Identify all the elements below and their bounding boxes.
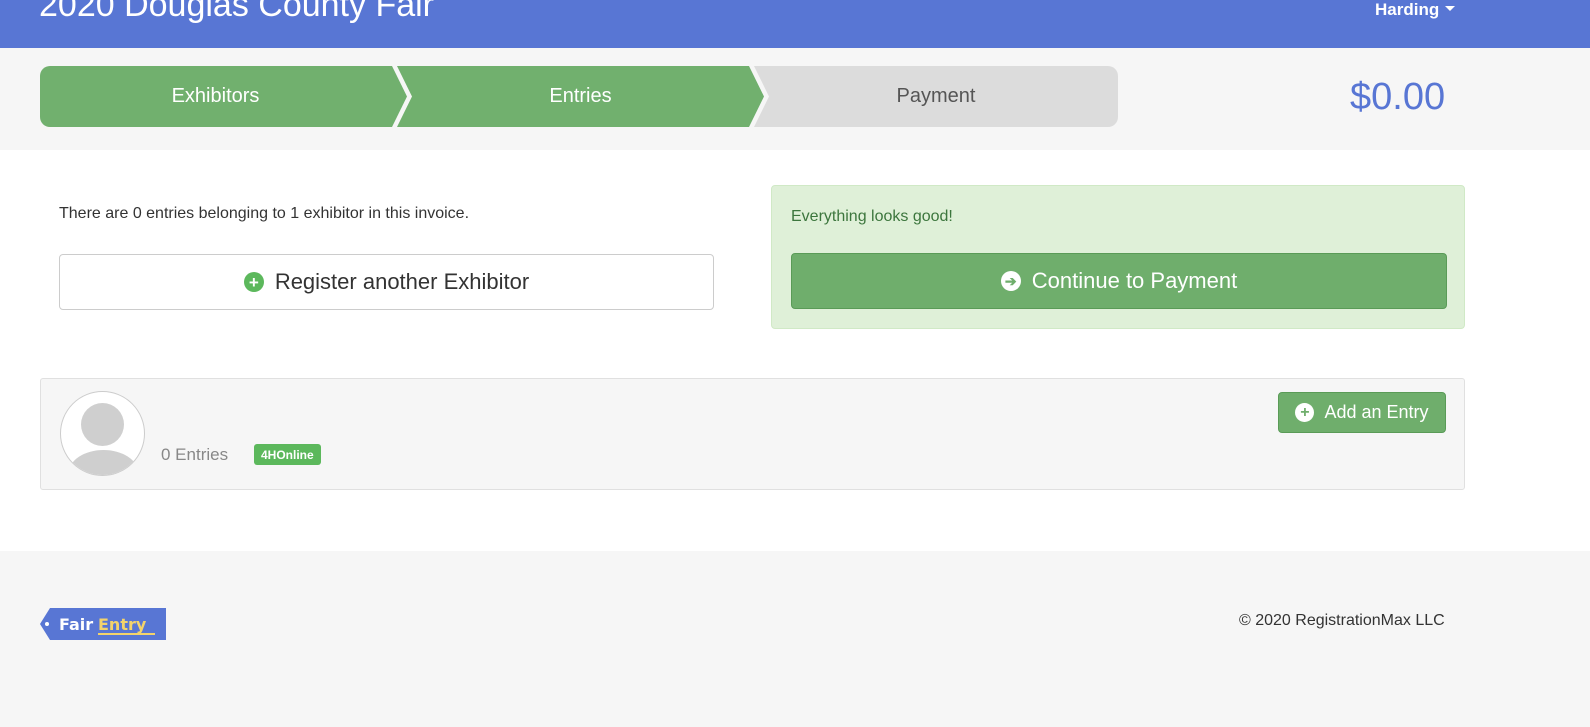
step-entries[interactable]: Entries — [397, 66, 764, 127]
add-entry-button[interactable]: + Add an Entry — [1278, 392, 1446, 433]
plus-circle-icon: + — [243, 272, 264, 292]
fairentry-logo[interactable]: Fair Entry — [40, 608, 166, 640]
arrow-circle-right-icon: ➔ — [1000, 271, 1021, 291]
page-title: 2020 Douglas County Fair — [39, 0, 435, 24]
add-entry-label: Add an Entry — [1324, 402, 1429, 422]
plus-circle-icon: + — [1295, 403, 1315, 422]
step-payment[interactable]: Payment — [754, 66, 1118, 127]
alert-message: Everything looks good! — [791, 208, 953, 225]
register-button-label: Register another Exhibitor — [274, 269, 530, 294]
invoice-total: $0.00 — [1350, 76, 1446, 118]
success-alert: Everything looks good! ➔ Continue to Pay… — [771, 185, 1465, 329]
step-exhibitors[interactable]: Exhibitors — [40, 66, 407, 127]
user-name: Harding — [1375, 0, 1440, 19]
source-badge: 4HOnline — [254, 444, 321, 465]
exhibitor-card: 0 Entries 4HOnline + Add an Entry — [40, 378, 1465, 490]
progress-steps: Exhibitors Entries Payment — [40, 66, 1118, 127]
entry-count: 0 Entries — [161, 445, 229, 464]
invoice-summary: There are 0 entries belonging to 1 exhib… — [59, 205, 470, 222]
user-avatar-icon — [60, 391, 145, 476]
footer: Fair Entry © 2020 RegistrationMax LLC — [0, 556, 1590, 727]
top-navbar: 2020 Douglas County Fair Harding — [0, 0, 1590, 48]
svg-text:Entry: Entry — [98, 615, 147, 634]
continue-button-label: Continue to Payment — [1031, 268, 1238, 293]
copyright: © 2020 RegistrationMax LLC — [1239, 612, 1445, 629]
user-menu[interactable]: Harding — [1375, 0, 1456, 20]
caret-down-icon — [1445, 6, 1456, 12]
register-exhibitor-button[interactable]: + Register another Exhibitor — [59, 254, 714, 310]
continue-to-payment-button[interactable]: ➔ Continue to Payment — [791, 253, 1447, 309]
svg-text:Fair: Fair — [59, 615, 93, 634]
